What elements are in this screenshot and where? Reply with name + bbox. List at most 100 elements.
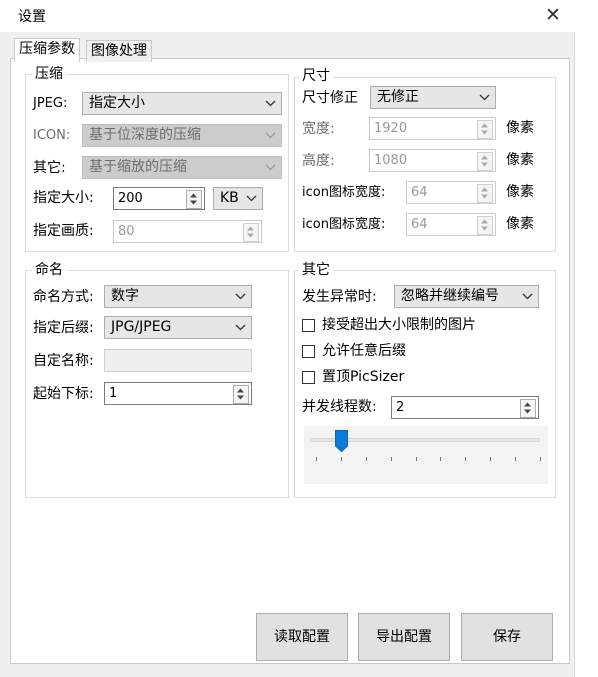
caret-down-icon[interactable] [236,394,245,401]
dimension-fix-label: 尺寸修正 [302,90,358,106]
size-unit-value: KB [220,190,239,206]
spin-buttons[interactable] [233,385,249,404]
spin-buttons [477,184,493,203]
start-index-value: 1 [109,386,118,401]
height-unit: 像素 [506,152,534,168]
save-label: 保存 [493,629,521,645]
naming-group-title: 命名 [32,262,66,278]
caret-up-icon[interactable] [189,192,198,199]
accept-oversize-checkbox[interactable] [302,319,315,332]
size-label: 指定大小: [33,190,94,206]
suffix-value: JPG/JPEG [111,319,172,335]
custom-name-label: 自定名称: [33,353,94,369]
dimension-group-title: 尺寸 [299,68,333,84]
chevron-down-icon [265,98,276,109]
save-button[interactable]: 保存 [461,613,553,661]
chevron-down-icon [246,193,257,204]
allow-any-suffix-checkbox[interactable] [302,345,315,358]
chevron-down-icon [265,130,276,141]
icon-select: 基于位深度的压缩 [82,124,282,147]
size-spinbox-value: 200 [118,191,143,206]
slider-tick [390,457,392,461]
slider-tick [540,457,541,461]
caret-up-icon [481,219,488,224]
tab-image-processing[interactable]: 图像处理 [86,40,152,62]
jpeg-select-value: 指定大小 [89,95,145,111]
naming-mode-value: 数字 [111,288,139,304]
size-unit-select[interactable]: KB [213,187,263,210]
threads-spinbox[interactable]: 2 [391,396,539,419]
on-error-select[interactable]: 忽略并继续编号 [394,285,539,308]
caret-up-icon[interactable] [236,387,245,394]
caret-up-icon [247,226,254,231]
other-label: 其它: [33,160,66,176]
jpeg-select[interactable]: 指定大小 [82,92,282,115]
spin-buttons[interactable] [186,190,202,209]
read-config-button[interactable]: 读取配置 [256,613,348,661]
other-select: 基于缩放的压缩 [82,156,282,179]
caret-down-icon [481,162,488,167]
slider-tick [465,457,467,461]
icon-width-value-2: 64 [411,217,428,232]
suffix-label: 指定后缀: [33,320,94,336]
width-spinbox-value: 1920 [374,121,408,136]
caret-down-icon[interactable] [523,408,532,415]
height-label: 高度: [302,153,335,169]
icon-width-unit-2: 像素 [506,216,534,232]
caret-down-icon [481,194,488,199]
read-config-label: 读取配置 [274,629,330,645]
close-icon[interactable]: ✕ [540,2,566,28]
width-unit: 像素 [506,120,534,136]
caret-down-icon [247,233,254,238]
topmost-checkbox[interactable] [302,371,315,384]
width-label: 宽度: [302,121,335,137]
title-bar [0,0,575,32]
icon-width-value-1: 64 [411,185,428,200]
start-index-spinbox[interactable]: 1 [104,382,252,405]
icon-width-label-2: icon图标宽度: [302,217,386,232]
export-config-label: 导出配置 [376,629,432,645]
slider-tick [316,457,317,461]
naming-mode-select[interactable]: 数字 [104,285,252,308]
tab-compression[interactable]: 压缩参数 [14,38,80,62]
caret-up-icon [481,155,488,160]
spin-buttons[interactable] [520,399,536,418]
height-spinbox-value: 1080 [374,153,408,168]
slider-thumb[interactable] [334,430,348,452]
caret-down-icon [481,130,488,135]
quality-spinbox: 80 [113,220,262,243]
size-spinbox[interactable]: 200 [113,187,205,210]
naming-mode-label: 命名方式: [33,289,94,305]
threads-value: 2 [396,400,405,415]
suffix-select[interactable]: JPG/JPEG [104,316,252,339]
caret-down-icon[interactable] [189,199,198,206]
quality-label: 指定画质: [33,223,94,239]
quality-spinbox-value: 80 [118,224,135,239]
other-select-value: 基于缩放的压缩 [89,159,187,175]
export-config-button[interactable]: 导出配置 [358,613,450,661]
spin-buttons [477,216,493,235]
caret-down-icon [481,226,488,231]
caret-up-icon[interactable] [523,401,532,408]
on-error-label: 发生异常时: [302,289,377,305]
other-group-title: 其它 [299,262,333,278]
slider-tick [365,457,367,461]
spin-buttons [477,152,493,171]
jpeg-label: JPEG: [33,96,68,111]
custom-name-input [104,349,252,372]
chevron-down-icon [265,162,276,173]
spin-buttons [243,223,259,242]
dimension-fix-select[interactable]: 无修正 [370,86,496,109]
height-spinbox: 1080 [369,149,496,172]
chevron-down-icon [522,291,533,302]
slider-tick [515,457,517,461]
slider-tick [440,457,442,461]
threads-label: 并发线程数: [302,399,377,415]
icon-select-value: 基于位深度的压缩 [89,127,201,143]
on-error-value: 忽略并继续编号 [401,288,499,304]
icon-width-unit-1: 像素 [506,184,534,200]
window-title: 设置 [18,9,46,25]
start-index-label: 起始下标: [33,386,94,402]
topmost-label: 置顶PicSizer [322,369,405,385]
spin-buttons [477,120,493,139]
